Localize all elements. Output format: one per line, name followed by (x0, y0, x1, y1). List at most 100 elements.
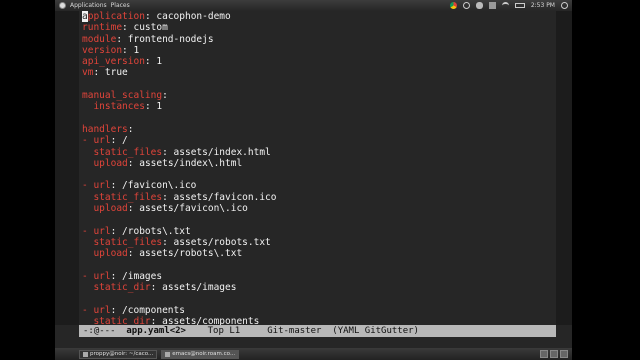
yaml-value: : assets/favicon.ico (162, 191, 277, 203)
emacs-icon (165, 351, 171, 357)
yaml-key: - url (82, 135, 111, 147)
yaml-value (82, 237, 93, 248)
yaml-key: upload (93, 203, 128, 215)
yaml-key: - url (82, 304, 111, 316)
letterbox-left (0, 0, 55, 360)
workspace-3[interactable] (560, 350, 568, 358)
yaml-key: upload (93, 157, 128, 169)
yaml-key: static_dir (93, 316, 151, 325)
yaml-key: application (82, 11, 145, 22)
task-emacs-label: emacs@noir.roam.co... (172, 351, 236, 357)
task-terminal[interactable]: proppy@noir: ~/caco... (79, 349, 158, 359)
code-line[interactable]: runtime: custom (82, 22, 552, 33)
yaml-key: - url (82, 180, 111, 192)
yaml-key: module (82, 33, 117, 45)
yaml-value: : /components (110, 304, 185, 316)
wifi-icon[interactable] (501, 2, 509, 9)
yaml-value: : cacophon-demo (144, 11, 231, 22)
system-tray: 2:53 PM (449, 2, 572, 9)
code-line[interactable]: - url: /images (82, 271, 552, 282)
code-line[interactable] (82, 260, 552, 271)
mode-line: -:@--- app.yaml<2> Top L1 Git-master (YA… (79, 325, 556, 337)
workspace-2[interactable] (550, 350, 558, 358)
code-line[interactable]: static_files: assets/favicon.ico (82, 192, 552, 203)
code-line[interactable]: module: frontend-nodejs (82, 34, 552, 45)
code-line[interactable] (82, 79, 552, 90)
yaml-value: : /robots\.txt (110, 225, 191, 237)
code-line[interactable]: vm: true (82, 67, 552, 78)
code-line[interactable]: upload: assets/index\.html (82, 158, 552, 169)
yaml-value: : frontend-nodejs (116, 33, 214, 45)
modeline-modes[interactable]: (YAML GitGutter) (332, 326, 419, 336)
clock[interactable]: 2:53 PM (531, 2, 555, 9)
terminal-icon (83, 351, 88, 357)
yaml-value (82, 158, 93, 169)
power-icon[interactable] (561, 2, 568, 9)
yaml-value: : custom (122, 22, 168, 34)
yaml-key: upload (93, 248, 128, 260)
yaml-value: : assets/robots.txt (162, 236, 271, 248)
code-line[interactable]: static_dir: assets/components (82, 316, 552, 325)
yaml-value: : assets/images (150, 282, 237, 294)
workspace-switcher (540, 350, 572, 358)
update-icon[interactable] (462, 2, 470, 9)
yaml-value (82, 248, 93, 259)
yaml-value: : assets/index\.html (127, 157, 243, 169)
cloud-icon[interactable] (475, 2, 483, 9)
editor-buffer[interactable]: application: cacophon-demo runtime: custo… (82, 11, 552, 325)
code-line[interactable]: upload: assets/favicon\.ico (82, 203, 552, 214)
code-line[interactable] (82, 169, 552, 180)
top-panel: Applications Places 2:53 PM (55, 0, 572, 11)
yaml-key: static_files (93, 191, 163, 203)
code-line[interactable]: api_version: 1 (82, 56, 552, 67)
minibuffer[interactable] (79, 337, 556, 348)
applications-menu[interactable]: Applications (70, 2, 107, 9)
yaml-value (82, 147, 93, 158)
code-line[interactable]: - url: /components (82, 305, 552, 316)
code-line[interactable]: instances: 1 (82, 101, 552, 112)
yaml-value: : assets/robots\.txt (127, 248, 243, 260)
code-line[interactable]: upload: assets/robots\.txt (82, 248, 552, 259)
code-line[interactable] (82, 293, 552, 304)
places-menu[interactable]: Places (111, 2, 130, 9)
code-line[interactable]: - url: / (82, 135, 552, 146)
yaml-key: vm (82, 67, 94, 79)
code-line[interactable]: static_files: assets/index.html (82, 147, 552, 158)
code-line[interactable]: handlers: (82, 124, 552, 135)
yaml-value: : true (93, 67, 128, 79)
task-terminal-label: proppy@noir: ~/caco... (90, 351, 154, 357)
panel-menu: Applications Places (55, 2, 130, 9)
yaml-value: : assets/favicon\.ico (127, 203, 248, 215)
yaml-value (82, 203, 93, 214)
yaml-value: : / (110, 135, 128, 147)
emacs-window: application: cacophon-demo runtime: custo… (55, 11, 572, 348)
code-line[interactable]: - url: /favicon\.ico (82, 180, 552, 191)
yaml-key: static_dir (93, 282, 151, 294)
code-line[interactable]: static_dir: assets/images (82, 282, 552, 293)
yaml-key: version (82, 44, 123, 56)
code-line[interactable]: manual_scaling: (82, 90, 552, 101)
task-emacs[interactable]: emacs@noir.roam.co... (161, 349, 240, 359)
dropbox-icon[interactable] (488, 2, 496, 9)
left-fringe (55, 11, 79, 325)
code-line[interactable]: version: 1 (82, 45, 552, 56)
yaml-key: - url (82, 225, 111, 237)
code-line[interactable] (82, 113, 552, 124)
yaml-value: : assets/components (150, 316, 260, 325)
code-line[interactable]: - url: /robots\.txt (82, 226, 552, 237)
yaml-key: - url (82, 270, 111, 282)
yaml-value: : /favicon\.ico (110, 180, 197, 192)
code-line[interactable]: static_files: assets/robots.txt (82, 237, 552, 248)
code-line[interactable] (82, 214, 552, 225)
yaml-value: : 1 (144, 56, 163, 68)
yaml-value: : 1 (144, 101, 163, 113)
workspace-1[interactable] (540, 350, 548, 358)
yaml-key: handlers (82, 123, 128, 135)
modeline-buffer-name[interactable]: app.yaml<2> (126, 326, 186, 336)
modeline-vc[interactable]: Git-master (267, 326, 332, 336)
distro-logo-icon[interactable] (59, 2, 66, 9)
taskbar: proppy@noir: ~/caco... emacs@noir.roam.c… (55, 348, 572, 360)
battery-icon[interactable] (514, 3, 525, 8)
chrome-icon[interactable] (449, 2, 457, 9)
code-line[interactable]: application: cacophon-demo (82, 11, 552, 22)
